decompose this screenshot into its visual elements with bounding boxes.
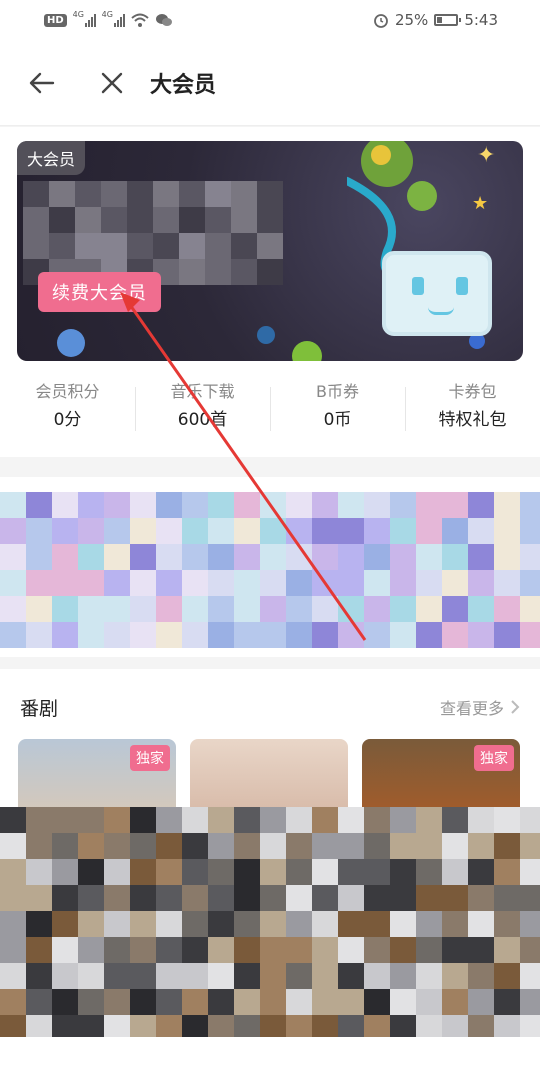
alarm-icon [374,14,388,28]
planet-icon [57,329,85,357]
stat-label: 会员积分 [35,382,100,401]
screen: HD 4G 4G 25% 5:43 大会员 大会员 ✦ ★ 续费大会员 会员积分… [0,0,540,1080]
planet-icon [292,341,322,361]
pixelated-region [0,492,540,652]
stat-label: B币券 [316,382,359,401]
signal-icon: 4G [101,10,125,27]
close-button[interactable] [92,63,132,103]
see-more-link[interactable]: 查看更多 [440,695,520,719]
see-more-label: 查看更多 [439,699,504,718]
exclusive-badge: 独家 [130,745,170,771]
vip-stats: 会员积分 0分 音乐下载 600首 B币券 0币 卡券包 特权礼包 [0,379,540,439]
pixelated-region [23,181,283,285]
main-content[interactable]: 大会员 ✦ ★ 续费大会员 会员积分 0分 音乐下载 600首 B币券 0币 卡… [0,127,540,1080]
divider [0,457,540,477]
stat-label: 音乐下载 [170,382,235,401]
stat-label: 卡券包 [448,382,497,401]
signal-icon: 4G [72,10,96,27]
wechat-icon [155,13,172,26]
planet-icon [257,326,275,344]
status-bar: HD 4G 4G 25% 5:43 [0,0,540,40]
stat-points[interactable]: 会员积分 0分 [0,379,135,439]
planet-icon [407,181,437,211]
stat-value: 特权礼包 [438,410,507,430]
wifi-icon [131,13,149,27]
status-right: 25% 5:43 [373,11,498,29]
hd-indicator: HD [44,13,67,27]
pixelated-region [0,807,540,1037]
back-button[interactable] [22,63,62,103]
star-icon: ★ [472,193,489,214]
tv-mascot [382,251,492,336]
battery-percent: 25% [394,11,429,29]
stat-value: 0币 [323,410,352,430]
status-left: HD 4G 4G [44,10,173,28]
vip-tag: 大会员 [17,141,86,175]
stat-bcoin-coupon[interactable]: B币券 0币 [270,379,405,439]
close-icon [101,72,123,93]
stat-coupon-wallet[interactable]: 卡券包 特权礼包 [405,379,540,439]
section-title: 番剧 [20,697,59,720]
exclusive-badge: 独家 [474,745,514,771]
network-type-label: 4G [101,10,113,19]
page-title: 大会员 [150,72,217,98]
network-type-label: 4G [72,10,84,19]
stat-value: 0分 [53,410,82,430]
app-header: 大会员 [0,40,540,126]
battery-icon [434,14,462,26]
vip-banner[interactable]: 大会员 ✦ ★ 续费大会员 [17,141,523,361]
arrow-left-icon [29,72,55,93]
chevron-right-icon [511,700,520,714]
divider [0,657,540,669]
renew-vip-button[interactable]: 续费大会员 [38,272,161,312]
star-icon: ✦ [477,143,496,168]
stat-music-download[interactable]: 音乐下载 600首 [135,379,270,439]
clock: 5:43 [464,11,498,29]
section-header: 番剧 查看更多 [0,687,540,727]
stat-value: 600首 [177,410,228,430]
